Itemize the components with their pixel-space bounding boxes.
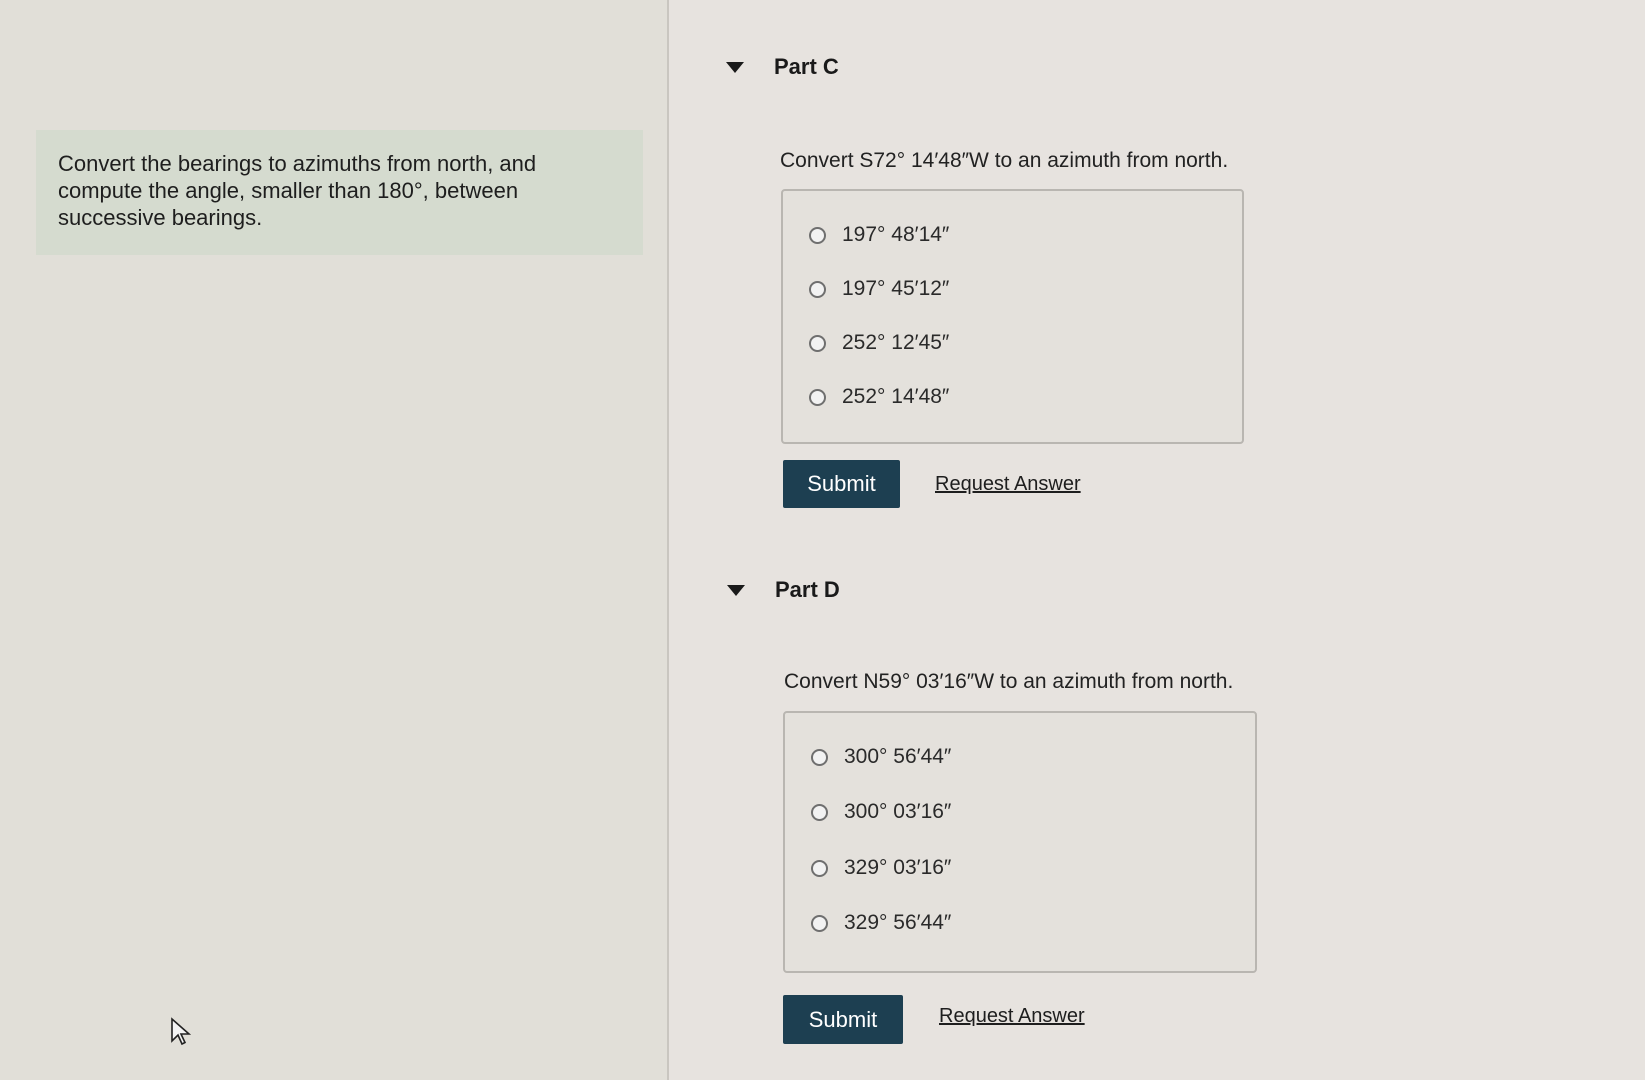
part-c-option-4[interactable]: 252° 14′48″: [809, 385, 949, 409]
radio-button[interactable]: [809, 280, 826, 298]
problem-statement-text: Convert the bearings to azimuths from no…: [58, 151, 537, 230]
part-d-option-1[interactable]: 300° 56′44″: [811, 745, 951, 769]
radio-button[interactable]: [811, 914, 828, 932]
part-c-options: 197° 48′14″ 197° 45′12″ 252° 12′45″ 252°…: [781, 189, 1244, 444]
radio-button[interactable]: [811, 748, 828, 766]
part-c-title: Part C: [774, 54, 839, 79]
option-label: 197° 45′12″: [842, 277, 950, 300]
option-label: 252° 12′45″: [842, 331, 950, 354]
mouse-pointer-icon: [171, 1017, 192, 1046]
option-label: 329° 03′16″: [844, 856, 952, 879]
part-d-options: 300° 56′44″ 300° 03′16″ 329° 03′16″ 329°…: [783, 711, 1257, 973]
radio-button[interactable]: [811, 803, 828, 821]
part-c-option-3[interactable]: 252° 12′45″: [809, 331, 949, 355]
part-d-option-2[interactable]: 300° 03′16″: [811, 800, 951, 824]
part-d-option-3[interactable]: 329° 03′16″: [811, 856, 951, 880]
part-c-request-answer-link[interactable]: Request Answer: [935, 473, 1081, 496]
part-d-question: Convert N59° 03′16″W to an azimuth from …: [784, 670, 1234, 693]
part-d-header[interactable]: Part D: [727, 577, 840, 603]
left-pane: Convert the bearings to azimuths from no…: [0, 0, 667, 1080]
caret-down-icon: [727, 584, 745, 596]
option-label: 329° 56′44″: [844, 911, 952, 934]
part-d-title: Part D: [775, 577, 840, 602]
part-c-submit-button[interactable]: Submit: [783, 460, 900, 508]
option-label: 300° 03′16″: [844, 800, 952, 823]
part-d-option-4[interactable]: 329° 56′44″: [811, 911, 951, 935]
problem-statement: Convert the bearings to azimuths from no…: [36, 130, 643, 255]
right-pane: Part C Convert S72° 14′48″W to an azimut…: [669, 0, 1645, 1080]
part-c-header[interactable]: Part C: [726, 54, 839, 80]
caret-down-icon: [726, 61, 744, 73]
option-label: 252° 14′48″: [842, 385, 950, 408]
option-label: 197° 48′14″: [842, 223, 950, 246]
radio-button[interactable]: [809, 334, 826, 352]
radio-button[interactable]: [811, 859, 828, 877]
option-label: 300° 56′44″: [844, 745, 952, 768]
part-d-submit-button[interactable]: Submit: [783, 995, 903, 1044]
part-c-option-2[interactable]: 197° 45′12″: [809, 277, 949, 301]
radio-button[interactable]: [809, 226, 826, 244]
part-d-request-answer-link[interactable]: Request Answer: [939, 1005, 1085, 1028]
radio-button[interactable]: [809, 388, 826, 406]
part-c-option-1[interactable]: 197° 48′14″: [809, 223, 949, 247]
part-c-question: Convert S72° 14′48″W to an azimuth from …: [780, 149, 1229, 172]
